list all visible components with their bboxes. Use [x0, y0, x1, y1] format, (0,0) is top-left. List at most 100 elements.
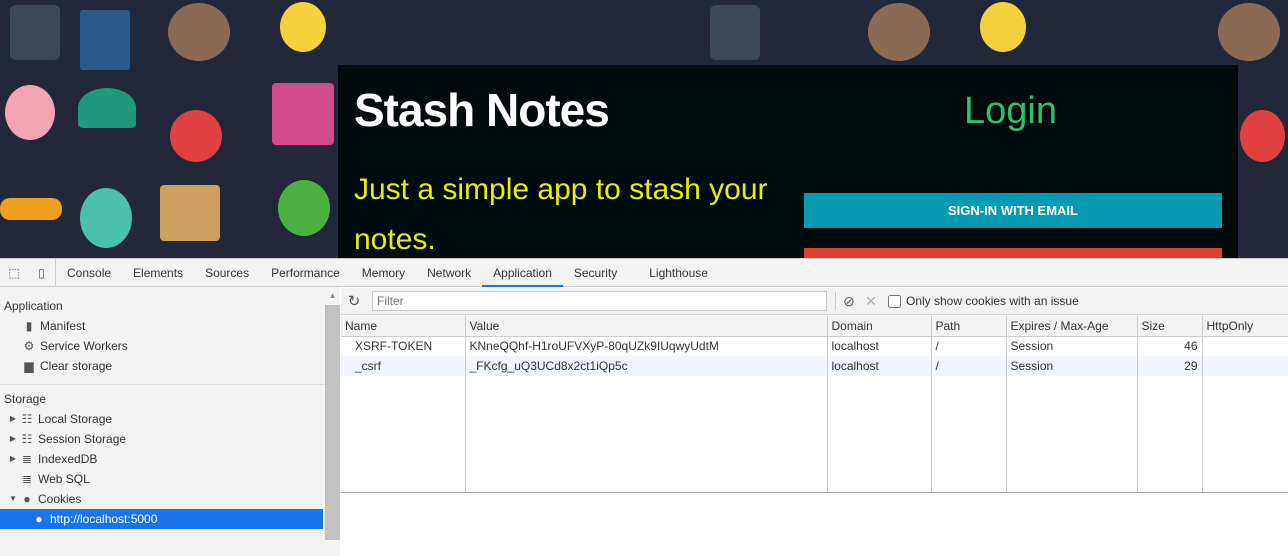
- expand-arrow-icon[interactable]: ▶: [8, 429, 18, 449]
- alarm-clock-icon: [278, 180, 330, 236]
- devtools-tab-bar: ⬚ ▯ Console Elements Sources Performance…: [0, 258, 1288, 287]
- calculator-icon: [10, 5, 60, 60]
- tab-elements[interactable]: Elements: [122, 259, 194, 287]
- sidebar-scrollbar[interactable]: ▲: [325, 287, 340, 556]
- table-row[interactable]: _csrf _FKcfg_uQ3UCd8x2ct1iQp5c localhost…: [341, 356, 1288, 376]
- tab-lighthouse[interactable]: Lighthouse: [638, 259, 719, 287]
- calculator-icon: [710, 5, 760, 60]
- wifi-icon: [78, 88, 136, 128]
- cookies-table: Name Value Domain Path Expires / Max-Age…: [341, 316, 1288, 493]
- sidebar-item-label: Local Storage: [38, 412, 113, 426]
- collapse-arrow-icon[interactable]: ▼: [8, 489, 18, 509]
- scroll-up-icon[interactable]: ▲: [325, 287, 340, 301]
- hero-card: Stash Notes Just a simple app to stash y…: [338, 65, 1238, 258]
- key-icon: [0, 198, 62, 220]
- lightbulb-icon: [980, 2, 1026, 52]
- cookie-httponly: [1202, 336, 1288, 356]
- sidebar-item-clear-storage[interactable]: ▆ Clear storage: [10, 356, 339, 376]
- sidebar-item-label: http://localhost:5000: [50, 512, 158, 526]
- database-icon: ≣: [21, 472, 33, 486]
- sidebar-item-web-sql[interactable]: ≣ Web SQL: [8, 469, 339, 489]
- sidebar-item-cookies[interactable]: ▼ ● Cookies: [8, 489, 339, 509]
- owl-icon: [168, 3, 230, 61]
- divider: [0, 384, 339, 385]
- storage-section-header: Storage: [4, 392, 47, 406]
- owl-icon: [1218, 3, 1280, 61]
- cookie-size: 46: [1137, 336, 1203, 356]
- column-header-size[interactable]: Size: [1137, 316, 1203, 337]
- table-row[interactable]: XSRF-TOKEN KNneQQhf-H1roUFVXyP-80qUZk9IU…: [341, 336, 1288, 356]
- column-header-path[interactable]: Path: [931, 316, 1007, 337]
- cookie-icon: ●: [35, 512, 43, 526]
- only-issues-label: Only show cookies with an issue: [906, 294, 1079, 308]
- sidebar-item-service-workers[interactable]: ⚙ Service Workers: [10, 336, 339, 356]
- cookie-httponly: [1202, 356, 1288, 376]
- column-header-expires[interactable]: Expires / Max-Age: [1006, 316, 1138, 337]
- cookie-domain: localhost: [827, 336, 932, 356]
- sign-in-google-button[interactable]: [804, 248, 1222, 258]
- books-icon: [160, 185, 220, 241]
- sidebar-item-local-storage[interactable]: ▶ ☷ Local Storage: [8, 409, 339, 429]
- piggy-bank-icon: [5, 85, 55, 140]
- sidebar-item-localhost-cookies[interactable]: ● http://localhost:5000: [0, 509, 323, 529]
- cookie-expires: Session: [1006, 356, 1138, 376]
- tab-performance[interactable]: Performance: [260, 259, 351, 287]
- sidebar-item-label: Cookies: [38, 492, 82, 506]
- sidebar-item-label: IndexedDB: [38, 452, 98, 466]
- cookie-path: /: [931, 336, 1007, 356]
- tab-application[interactable]: Application: [482, 259, 563, 287]
- column-header-value[interactable]: Value: [465, 316, 828, 337]
- tab-sources[interactable]: Sources: [194, 259, 260, 287]
- inspect-element-icon[interactable]: ⬚: [0, 259, 28, 287]
- sidebar-item-label: Manifest: [40, 319, 86, 333]
- cookie-domain: localhost: [827, 356, 932, 376]
- clear-all-icon[interactable]: ⊘: [836, 293, 862, 310]
- only-issues-checkbox[interactable]: [888, 294, 901, 308]
- tab-network[interactable]: Network: [416, 259, 482, 287]
- cookie-name: _csrf: [341, 356, 466, 376]
- lightbulb-icon: [280, 2, 326, 52]
- empty-filler-row: [341, 376, 1288, 492]
- alien-icon: [80, 188, 132, 248]
- owl-icon: [868, 3, 930, 61]
- cookie-name: XSRF-TOKEN: [341, 336, 466, 356]
- cookie-value: _FKcfg_uQ3UCd8x2ct1iQp5c: [465, 356, 828, 376]
- gear-icon: ⚙: [23, 339, 35, 353]
- login-heading: Login: [964, 90, 1057, 132]
- column-header-httponly[interactable]: HttpOnly: [1202, 316, 1288, 337]
- tab-security[interactable]: Security: [563, 259, 628, 287]
- file-icon: ▮: [25, 319, 33, 333]
- refresh-icon[interactable]: ↻: [341, 292, 367, 310]
- sign-in-email-button[interactable]: SIGN-IN WITH EMAIL: [804, 193, 1222, 228]
- device-toolbar-icon[interactable]: ▯: [28, 258, 56, 287]
- delete-selected-icon[interactable]: ✕: [862, 293, 880, 310]
- web-page: Stash Notes Just a simple app to stash y…: [0, 0, 1288, 258]
- sidebar-item-indexeddb[interactable]: ▶ ≣ IndexedDB: [8, 449, 339, 469]
- sidebar-item-session-storage[interactable]: ▶ ☷ Session Storage: [8, 429, 339, 449]
- expand-arrow-icon[interactable]: ▶: [8, 409, 18, 429]
- cookie-expires: Session: [1006, 336, 1138, 356]
- grid-icon: ☷: [21, 412, 33, 426]
- column-header-name[interactable]: Name: [341, 316, 466, 337]
- expand-arrow-icon[interactable]: ▶: [8, 449, 18, 469]
- filter-input[interactable]: [372, 291, 827, 311]
- cookie-icon: ●: [23, 492, 31, 506]
- cookies-toolbar: ↻ ⊘ ✕ Only show cookies with an issue: [341, 288, 1288, 315]
- app-title: Stash Notes: [354, 84, 610, 136]
- scrollbar-thumb[interactable]: [325, 305, 340, 540]
- tab-console[interactable]: Console: [56, 259, 122, 287]
- sidebar-item-label: Clear storage: [40, 359, 113, 373]
- sidebar-item-label: Web SQL: [38, 472, 90, 486]
- grid-icon: ☷: [21, 432, 33, 446]
- cookie-value: KNneQQhf-H1roUFVXyP-80qUZk9IUqwyUdtM: [465, 336, 828, 356]
- sidebar-item-manifest[interactable]: ▮ Manifest: [10, 316, 339, 336]
- sidebar-item-label: Service Workers: [40, 339, 128, 353]
- tab-memory[interactable]: Memory: [351, 259, 416, 287]
- sidebar-item-label: Session Storage: [38, 432, 127, 446]
- application-sidebar: Application ▮ Manifest ⚙ Service Workers ▆…: [0, 287, 340, 556]
- column-header-domain[interactable]: Domain: [827, 316, 932, 337]
- trash-icon: ▆: [24, 359, 34, 373]
- table-header: Name Value Domain Path Expires / Max-Age…: [341, 316, 1288, 337]
- application-section-header: Application: [4, 299, 63, 313]
- puzzle-icon: [272, 83, 334, 145]
